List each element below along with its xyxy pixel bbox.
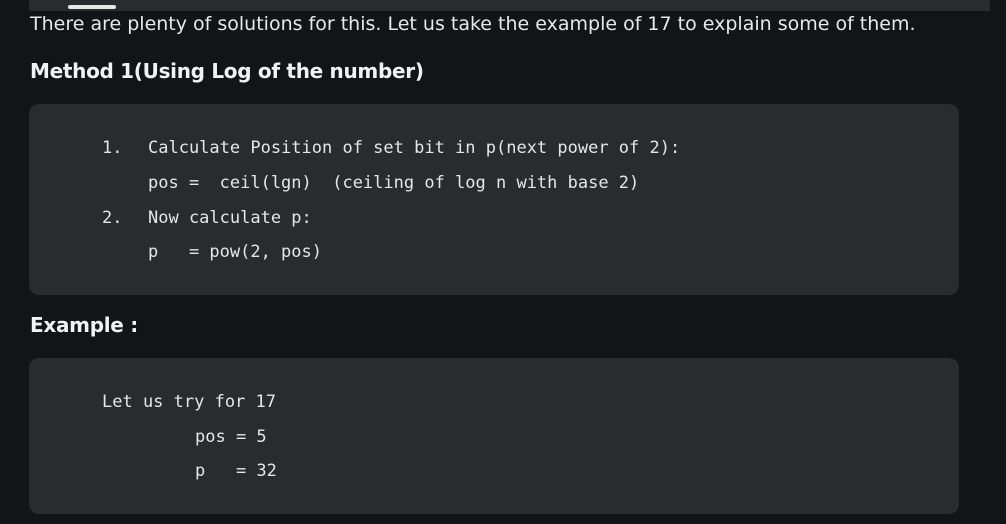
- step1-number: 1.: [102, 138, 123, 158]
- example-line-3: p = 32: [195, 461, 277, 481]
- top-accent-line: [68, 5, 116, 9]
- step1-subline: pos = ceil(lgn) (ceiling of log n with b…: [148, 173, 640, 193]
- example-line-2: pos = 5: [195, 427, 267, 447]
- example-code-block: Let us try for 17 pos = 5 p = 32: [29, 358, 959, 514]
- step2-number: 2.: [102, 208, 123, 228]
- intro-paragraph: There are plenty of solutions for this. …: [30, 13, 916, 35]
- step2-text: Now calculate p:: [148, 208, 312, 228]
- step2-subline: p = pow(2, pos): [148, 242, 322, 262]
- method-heading: Method 1(Using Log of the number): [30, 59, 424, 83]
- top-bar: [29, 0, 990, 11]
- method-code-block: 1. Calculate Position of set bit in p(ne…: [29, 104, 959, 295]
- step1-text: Calculate Position of set bit in p(next …: [148, 138, 681, 158]
- example-line-1: Let us try for 17: [102, 392, 276, 412]
- example-heading: Example :: [30, 313, 138, 337]
